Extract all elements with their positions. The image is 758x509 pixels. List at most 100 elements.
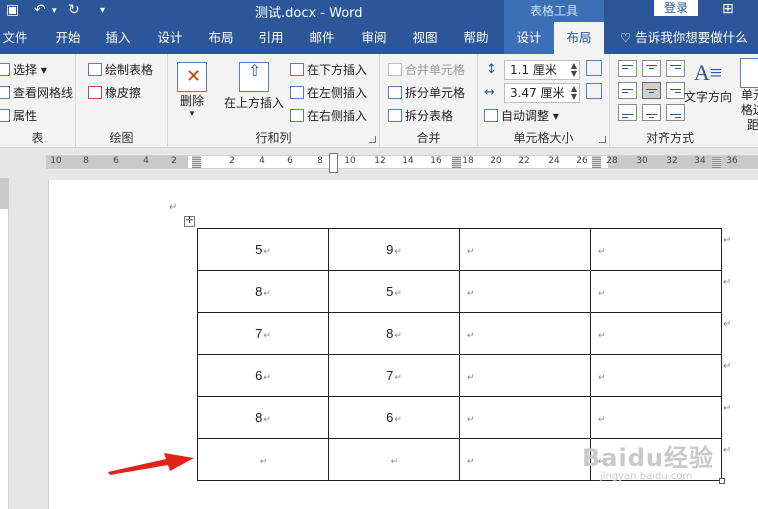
distribute-rows-icon[interactable] — [586, 60, 602, 76]
ruler-tick: 4 — [143, 156, 149, 166]
table-resize-handle[interactable] — [719, 478, 725, 484]
merge-cells-button[interactable]: 合并单元格 — [388, 60, 465, 80]
table-cell[interactable]: ↵ — [459, 396, 591, 439]
table-cell[interactable]: ↵ — [459, 438, 591, 481]
table-cell[interactable]: 8↵ — [197, 270, 329, 313]
table-cell[interactable]: ↵ — [328, 438, 460, 481]
select-button[interactable]: 选择 ▾ — [0, 60, 47, 80]
spinner-arrows-icon[interactable]: ▲ ▼ — [571, 85, 577, 101]
cell-end-mark-icon: ↵ — [263, 330, 271, 340]
table-cell[interactable]: ↵ — [590, 354, 722, 397]
cell-value: 8 — [255, 410, 263, 425]
ruler-tick: 18 — [462, 156, 474, 166]
tab-home[interactable]: 开始 — [48, 22, 88, 54]
table-row: 8↵ 5↵ ↵ ↵ — [197, 270, 722, 313]
undo-dropdown-icon[interactable]: ▾ — [52, 6, 57, 16]
table-cell[interactable]: ↵ — [459, 312, 591, 355]
align-middle-center-icon[interactable] — [642, 82, 661, 99]
column-marker[interactable] — [192, 156, 201, 168]
table-cell[interactable]: 9↵ — [328, 228, 460, 271]
tab-review[interactable]: 审阅 — [354, 22, 394, 54]
restore-window-icon[interactable]: ⊞ — [722, 1, 734, 17]
tab-table-design[interactable]: 设计 — [504, 22, 554, 54]
ruler-tick: 22 — [518, 156, 530, 166]
autofit-button[interactable]: 自动调整 ▾ — [484, 106, 559, 126]
cell-size-dialog-launcher-icon[interactable] — [599, 136, 606, 143]
customize-toolbar-icon[interactable]: ▾ — [100, 5, 105, 16]
table-cell[interactable]: 6↵ — [197, 354, 329, 397]
column-marker[interactable] — [712, 156, 721, 168]
align-top-center-icon[interactable] — [642, 60, 661, 77]
table-cell[interactable]: ↵ — [197, 438, 329, 481]
cell-value: 7 — [255, 326, 263, 341]
rows-columns-dialog-launcher-icon[interactable] — [369, 136, 376, 143]
cell-end-mark-icon: ↵ — [598, 330, 606, 340]
insert-right-button[interactable]: 在右侧插入 — [290, 106, 367, 126]
table-cell[interactable]: ↵ — [590, 312, 722, 355]
ruler-tick: 34 — [694, 156, 706, 166]
table-cell[interactable]: ↵ — [590, 228, 722, 271]
table-cell[interactable]: 5↵ — [328, 270, 460, 313]
spinner-arrows-icon[interactable]: ▲ ▼ — [571, 62, 577, 78]
table-cell[interactable]: ↵ — [590, 270, 722, 313]
row-end-mark-icon: ↵ — [723, 235, 732, 246]
ruler-tick: 2 — [171, 156, 177, 166]
row-height-input[interactable]: 1.1 厘米 ▲ ▼ — [504, 60, 580, 80]
column-width-icon: ↔ — [484, 85, 495, 100]
insert-left-button[interactable]: 在左侧插入 — [290, 83, 367, 103]
column-marker[interactable] — [592, 156, 601, 168]
view-gridlines-button[interactable]: 查看网格线 — [0, 83, 73, 103]
tab-table-layout[interactable]: 布局 — [554, 22, 604, 54]
eraser-button[interactable]: 橡皮擦 — [88, 83, 141, 103]
split-table-button[interactable]: 拆分表格 — [388, 106, 453, 126]
table-cell[interactable]: 7↵ — [328, 354, 460, 397]
indent-marker[interactable] — [329, 153, 338, 173]
align-bottom-right-icon[interactable] — [666, 104, 685, 121]
horizontal-ruler[interactable]: 10 8 6 4 2 2 4 6 8 10 12 14 16 18 20 22 … — [0, 148, 758, 178]
align-bottom-left-icon[interactable] — [618, 104, 637, 121]
tell-me-search[interactable]: ♡ 告诉我你想要做什么 — [620, 22, 748, 54]
insert-above-button[interactable]: ⇧ 在上方插入 — [222, 61, 286, 111]
draw-table-button[interactable]: 绘制表格 — [88, 60, 153, 80]
delete-button[interactable]: ✕ 删除 ▾ — [172, 62, 212, 119]
tab-mailings[interactable]: 邮件 — [302, 22, 342, 54]
tab-help[interactable]: 帮助 — [456, 22, 496, 54]
table-cell[interactable]: ↵ — [459, 270, 591, 313]
table-cell[interactable]: 6↵ — [328, 396, 460, 439]
align-bottom-center-icon[interactable] — [642, 104, 661, 121]
alignment-group: A≡ 文字方向 单元格边距 对齐方式 — [610, 54, 758, 148]
tell-me-label: 告诉我你想要做什么 — [635, 30, 748, 45]
properties-button[interactable]: 属性 — [0, 106, 37, 126]
table-move-handle-icon[interactable]: ✛ — [184, 216, 195, 227]
table-cell[interactable]: 7↵ — [197, 312, 329, 355]
vertical-ruler[interactable] — [0, 178, 9, 509]
tab-references[interactable]: 引用 — [251, 22, 291, 54]
distribute-columns-icon[interactable] — [586, 83, 602, 99]
ruler-tick: 12 — [374, 156, 386, 166]
tab-file[interactable]: 文件 — [0, 22, 30, 54]
tab-view[interactable]: 视图 — [405, 22, 445, 54]
tab-design[interactable]: 设计 — [150, 22, 190, 54]
ruler-tick: 2 — [229, 156, 235, 166]
table-cell[interactable]: 5↵ — [197, 228, 329, 271]
table-cell[interactable]: ↵ — [459, 354, 591, 397]
redo-icon[interactable]: ↻ — [68, 2, 80, 18]
table-cell[interactable]: 8↵ — [328, 312, 460, 355]
insert-right-icon — [290, 109, 304, 122]
text-direction-button[interactable]: A≡ 文字方向 — [682, 58, 734, 105]
table-cell[interactable]: 8↵ — [197, 396, 329, 439]
column-width-input[interactable]: 3.47 厘米 ▲ ▼ — [504, 83, 580, 103]
split-cells-button[interactable]: 拆分单元格 — [388, 83, 465, 103]
table-group-label: 表 — [31, 131, 44, 145]
login-button[interactable]: 登录 — [654, 0, 698, 16]
save-icon[interactable]: ▣ — [6, 2, 19, 18]
undo-icon[interactable]: ↶ — [34, 2, 46, 18]
tab-insert[interactable]: 插入 — [98, 22, 138, 54]
insert-below-button[interactable]: 在下方插入 — [290, 60, 367, 80]
align-top-left-icon[interactable] — [618, 60, 637, 77]
tab-layout[interactable]: 布局 — [201, 22, 241, 54]
cell-margins-button[interactable]: 单元格边距 — [734, 58, 758, 133]
table-cell[interactable]: ↵ — [459, 228, 591, 271]
align-middle-left-icon[interactable] — [618, 82, 637, 99]
table-cell[interactable]: ↵ — [590, 396, 722, 439]
